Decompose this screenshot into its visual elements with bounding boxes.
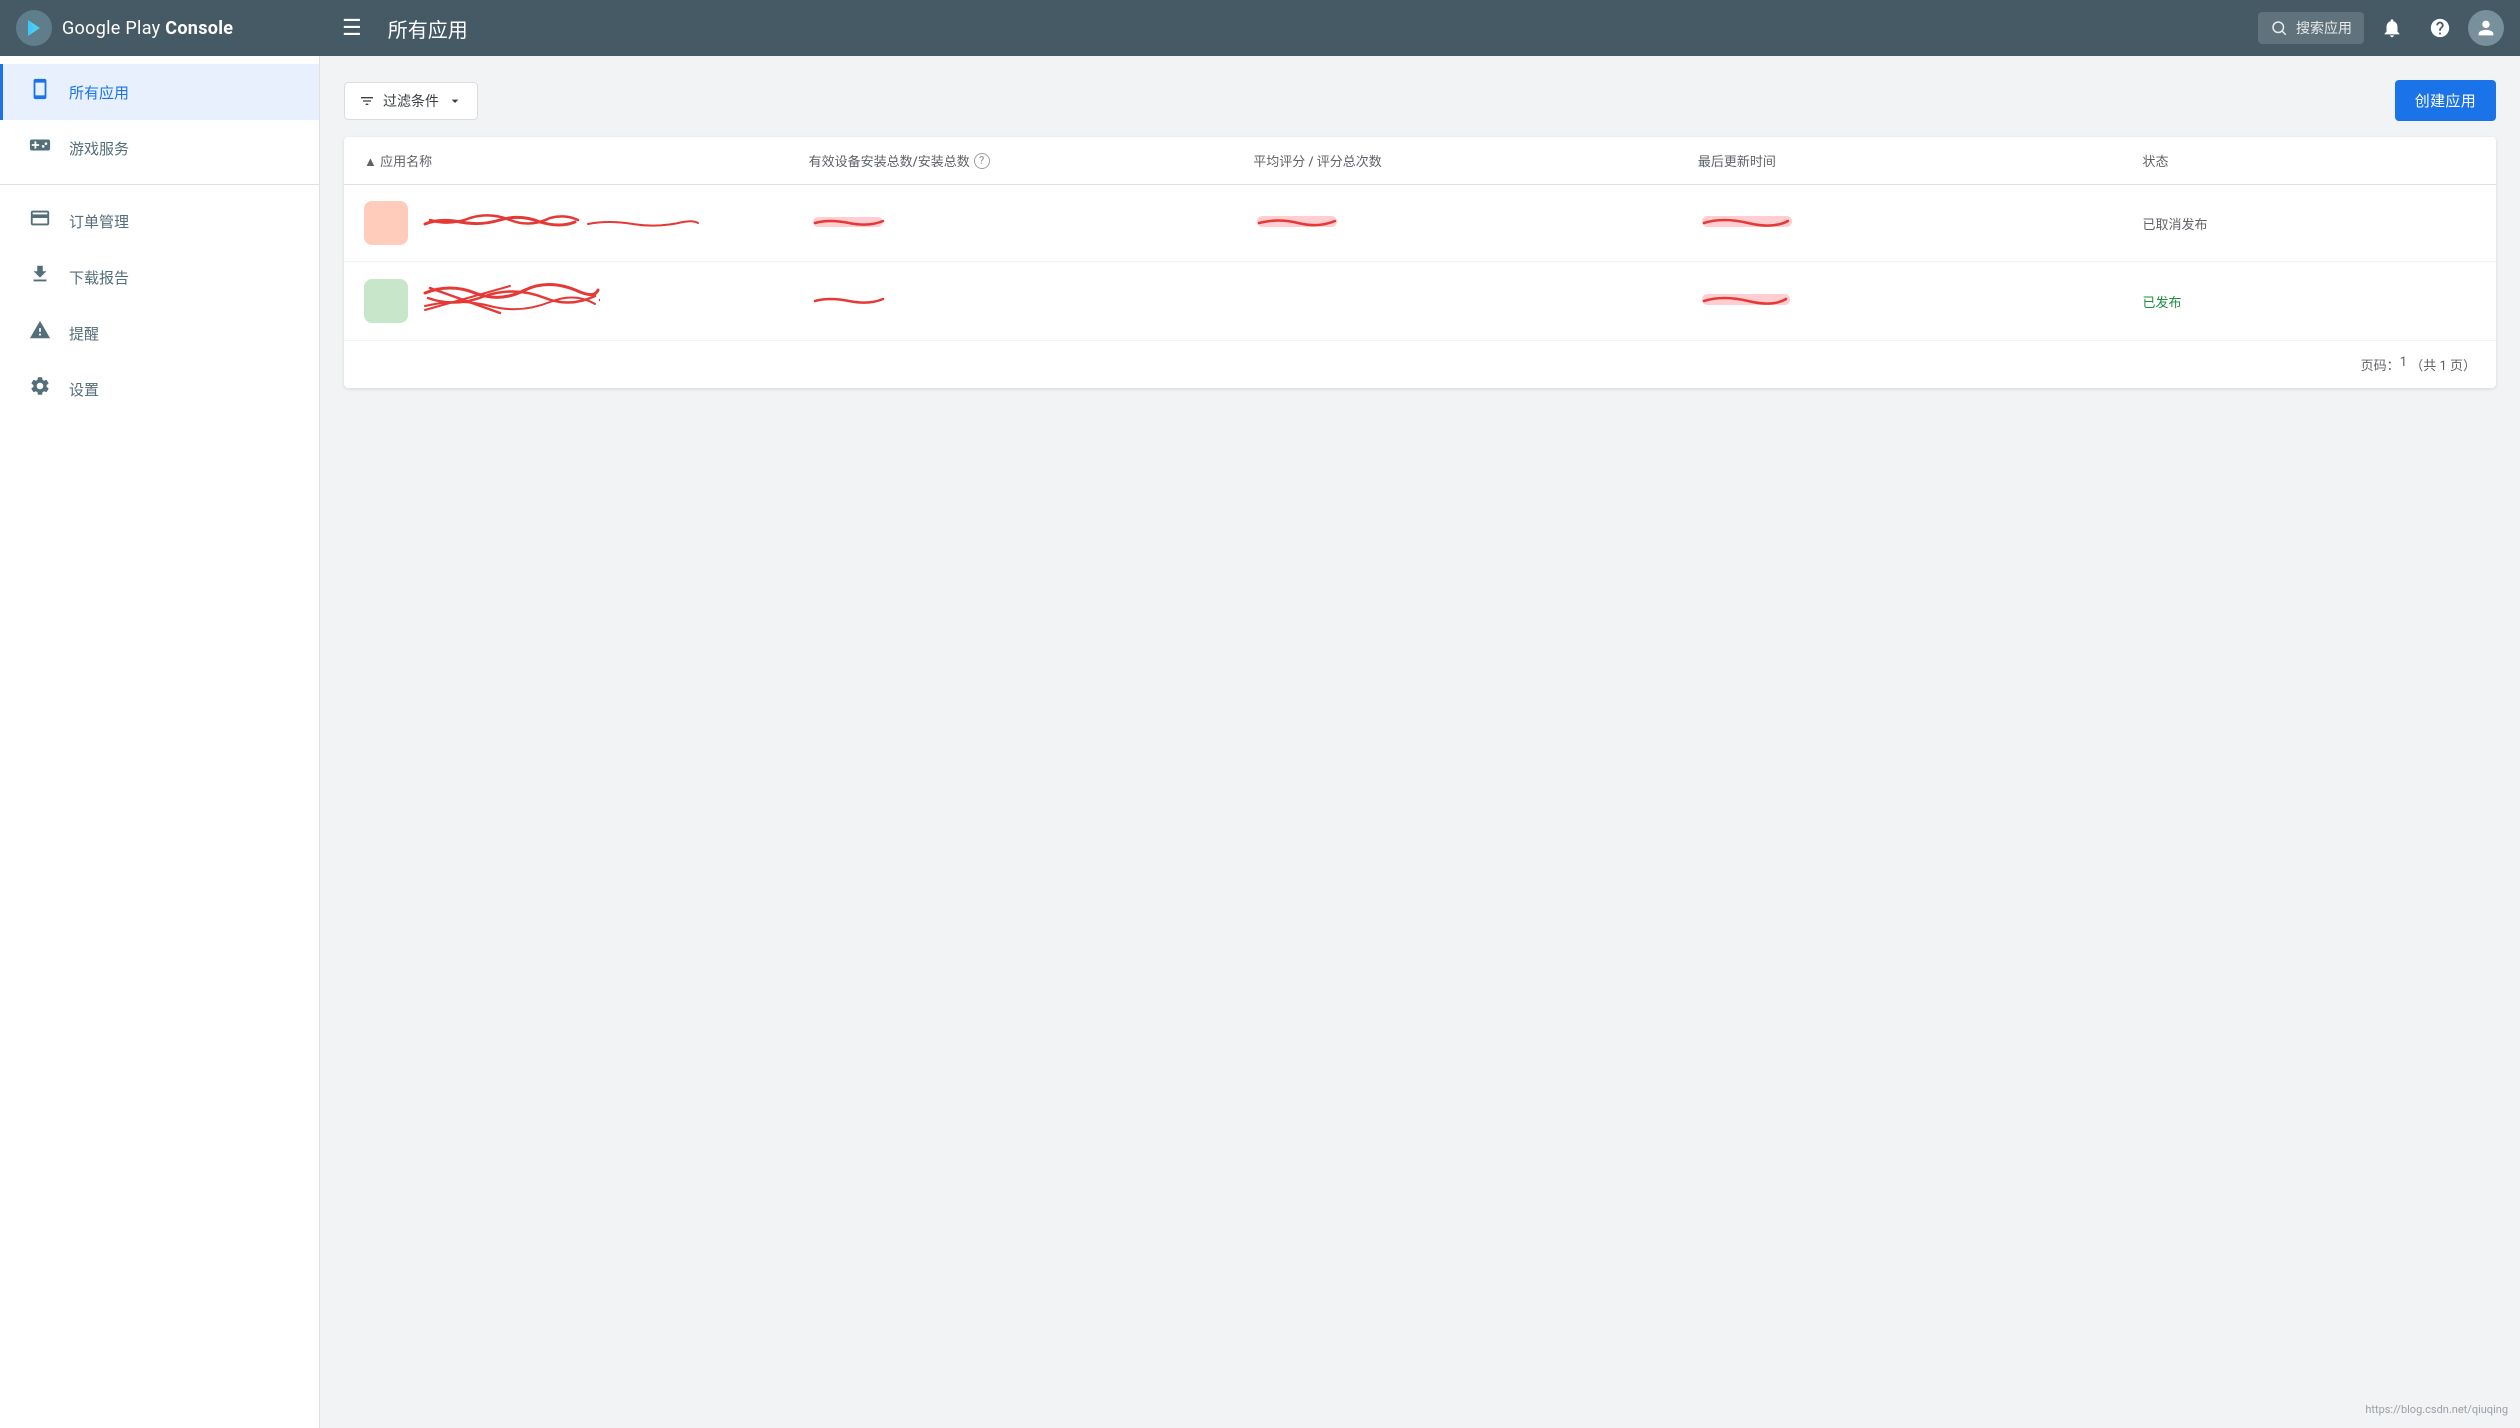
app-info-cell-1	[364, 201, 809, 245]
last-updated-cell-2	[1698, 289, 2143, 313]
main-content: 过滤条件 创建应用 ▲ 应用名称 有效设备安装总数/安装总数 ? 平均评分 / …	[320, 56, 2520, 1428]
sidebar: 所有应用 游戏服务 订单管理 下载报告 提醒	[0, 56, 320, 1428]
watermark: https://blog.csdn.net/qiuqing	[2365, 1403, 2508, 1416]
redacted-date-2	[1698, 289, 1798, 307]
filter-button-label: 过滤条件	[383, 91, 439, 111]
th-installs-label: 有效设备安装总数/安装总数	[809, 151, 970, 170]
sidebar-label-settings: 设置	[69, 379, 99, 400]
redacted-app-id-1	[583, 216, 703, 230]
table-header: ▲ 应用名称 有效设备安装总数/安装总数 ? 平均评分 / 评分总次数 最后更新…	[344, 137, 2496, 185]
sidebar-label-game-services: 游戏服务	[69, 138, 129, 159]
top-header: Google Play Console ☰ 所有应用 搜索应用	[0, 0, 2520, 56]
download-reports-icon	[27, 263, 53, 291]
alerts-icon	[27, 319, 53, 347]
app-info-cell-2	[364, 278, 809, 324]
sidebar-divider-1	[0, 184, 319, 185]
th-last-updated: 最后更新时间	[1698, 151, 2143, 170]
pagination-current: 1	[2400, 355, 2407, 374]
logo-text: Google Play Console	[62, 18, 233, 39]
sidebar-item-order-management[interactable]: 订单管理	[0, 193, 319, 249]
th-app-name: ▲ 应用名称	[364, 151, 809, 170]
sidebar-label-all-apps: 所有应用	[69, 82, 129, 103]
sidebar-item-all-apps[interactable]: 所有应用	[0, 64, 319, 120]
sidebar-item-alerts[interactable]: 提醒	[0, 305, 319, 361]
last-updated-cell-1	[1698, 211, 2143, 235]
redacted-installs-2	[809, 289, 889, 307]
header-title-area: ☰ 所有应用	[336, 11, 468, 45]
th-rating: 平均评分 / 评分总次数	[1253, 151, 1698, 170]
installs-help-icon[interactable]: ?	[974, 153, 990, 169]
redacted-installs-1	[809, 211, 889, 229]
hamburger-button[interactable]: ☰	[336, 11, 368, 45]
redacted-rating-1	[1253, 211, 1343, 229]
notification-button[interactable]	[2372, 8, 2412, 48]
rating-cell-2	[1253, 289, 1698, 313]
sidebar-item-settings[interactable]: 设置	[0, 361, 319, 417]
search-box[interactable]: 搜索应用	[2258, 12, 2364, 44]
create-app-button[interactable]: 创建应用	[2395, 80, 2496, 121]
notification-icon	[2381, 17, 2403, 39]
status-badge-1: 已取消发布	[2143, 218, 2208, 233]
th-app-name-label: ▲ 应用名称	[364, 151, 432, 170]
search-placeholder: 搜索应用	[2296, 18, 2352, 38]
header-actions: 搜索应用	[2258, 8, 2504, 48]
th-rating-label: 平均评分 / 评分总次数	[1253, 151, 1382, 170]
settings-icon	[27, 375, 53, 403]
th-installs: 有效设备安装总数/安装总数 ?	[809, 151, 1254, 170]
all-apps-icon	[27, 78, 53, 106]
search-icon	[2270, 19, 2288, 37]
status-cell-2: 已发布	[2143, 292, 2476, 311]
apps-table: ▲ 应用名称 有效设备安装总数/安装总数 ? 平均评分 / 评分总次数 最后更新…	[344, 137, 2496, 388]
rating-cell-1	[1253, 211, 1698, 235]
redacted-date-1	[1698, 211, 1798, 229]
page-title: 所有应用	[388, 14, 468, 43]
help-button[interactable]	[2420, 8, 2460, 48]
avatar-icon	[2475, 17, 2497, 39]
status-cell-1: 已取消发布	[2143, 214, 2476, 233]
table-row[interactable]: 已发布	[344, 262, 2496, 341]
pagination-total: （共 1 页）	[2410, 355, 2476, 374]
status-badge-2: 已发布	[2143, 296, 2182, 311]
app-icon-2	[364, 279, 408, 323]
sidebar-label-alerts: 提醒	[69, 323, 99, 344]
pagination-label: 页码：	[2361, 355, 2400, 374]
redacted-app-name-1	[420, 212, 580, 230]
installs-cell-1	[809, 211, 1254, 235]
th-last-updated-label: 最后更新时间	[1698, 151, 1776, 170]
table-row[interactable]: 已取消发布	[344, 185, 2496, 262]
google-play-logo	[16, 10, 52, 46]
sidebar-label-order-management: 订单管理	[69, 211, 129, 232]
sidebar-item-game-services[interactable]: 游戏服务	[0, 120, 319, 176]
installs-cell-2	[809, 289, 1254, 313]
layout: 所有应用 游戏服务 订单管理 下载报告 提醒	[0, 56, 2520, 1428]
game-services-icon	[27, 134, 53, 162]
help-icon	[2429, 17, 2451, 39]
order-management-icon	[27, 207, 53, 235]
sidebar-label-download-reports: 下载报告	[69, 267, 129, 288]
filter-button[interactable]: 过滤条件	[344, 82, 478, 120]
filter-bar: 过滤条件 创建应用	[344, 80, 2496, 121]
filter-icon	[359, 93, 375, 109]
th-status-label: 状态	[2143, 151, 2169, 170]
chevron-down-icon	[447, 93, 463, 109]
sidebar-item-download-reports[interactable]: 下载报告	[0, 249, 319, 305]
redacted-app-name-2	[420, 278, 600, 320]
logo-area: Google Play Console	[16, 10, 336, 46]
pagination: 页码： 1 （共 1 页）	[344, 341, 2496, 388]
avatar-button[interactable]	[2468, 10, 2504, 46]
header-right: ☰ 所有应用 搜索应用	[336, 8, 2504, 48]
th-status: 状态	[2143, 151, 2476, 170]
app-icon-1	[364, 201, 408, 245]
